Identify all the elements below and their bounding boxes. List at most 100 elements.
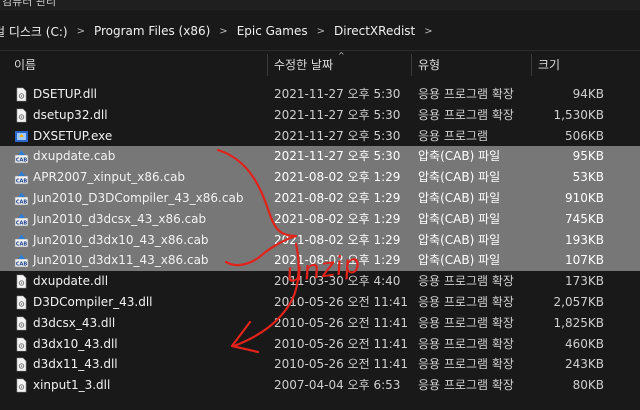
file-type: 압축(CAB) 파일 [418, 253, 501, 268]
file-type: 압축(CAB) 파일 [418, 190, 501, 205]
file-type: 압축(CAB) 파일 [418, 149, 501, 164]
file-name: Jun2010_d3dcsx_43_x86.cab [33, 211, 207, 226]
dll-icon [14, 378, 29, 393]
dll-icon [14, 337, 29, 352]
cab-icon: CAB [14, 170, 29, 185]
dll-icon [14, 357, 29, 372]
file-size: 1,825KB [553, 315, 604, 330]
cab-icon: CAB [14, 149, 29, 164]
file-type: 응용 프로그램 [418, 128, 489, 143]
dll-icon [14, 274, 29, 289]
file-name: Jun2010_d3dx10_43_x86.cab [33, 232, 209, 247]
column-type-header[interactable]: 유형 [418, 54, 440, 76]
sort-up-icon: ^ [338, 51, 345, 60]
file-date: 2010-05-26 오전 11:41 [274, 357, 409, 372]
address-bar[interactable]: 컬 디스크 (C:) > Program Files (x86) > Epic … [0, 12, 640, 51]
file-size: 94KB [572, 87, 604, 101]
file-name: APR2007_xinput_x86.cab [33, 170, 186, 185]
chevron-right-icon[interactable]: > [424, 26, 432, 37]
file-type: 응용 프로그램 확장 [418, 294, 514, 309]
column-name-header[interactable]: 이름 [14, 54, 36, 76]
file-type: 압축(CAB) 파일 [418, 211, 501, 226]
chevron-right-icon[interactable]: > [77, 26, 85, 37]
svg-text:CAB: CAB [16, 158, 28, 164]
file-size: 193KB [564, 232, 604, 247]
file-name: xinput1_3.dll [33, 378, 111, 393]
file-type: 압축(CAB) 파일 [418, 232, 501, 247]
file-size: 1,530KB [553, 107, 604, 122]
window-title-strip: 컴퓨터 관리 [0, 0, 640, 10]
file-type: 응용 프로그램 확장 [418, 315, 514, 330]
dll-icon [14, 295, 29, 310]
file-row[interactable]: DXSETUP.exe 2021-11-27 오후 5:30 응용 프로그램 506K… [0, 126, 640, 147]
file-name: d3dcsx_43.dll [33, 315, 116, 330]
file-date: 2021-11-27 오후 5:30 [274, 128, 401, 143]
file-date: 2010-05-26 오전 11:41 [274, 315, 409, 330]
exe-icon [14, 129, 29, 144]
file-row[interactable]: CAB Jun2010_D3DCompiler_43_x86.cab 2021-08… [0, 187, 640, 209]
file-type: 응용 프로그램 확장 [418, 336, 514, 351]
file-name: Jun2010_D3DCompiler_43_x86.cab [33, 190, 244, 205]
dll-icon [14, 108, 29, 123]
chevron-right-icon[interactable]: > [317, 26, 325, 37]
file-size: 173KB [564, 274, 604, 289]
file-name: dxupdate.cab [33, 149, 116, 164]
file-date: 2021-08-02 오후 1:29 [274, 232, 401, 247]
cab-icon: CAB [14, 233, 29, 248]
svg-text:CAB: CAB [16, 220, 28, 226]
window-title: 컴퓨터 관리 [2, 0, 57, 8]
file-date: 2021-08-02 오후 1:29 [274, 170, 401, 185]
svg-text:CAB: CAB [16, 179, 28, 185]
file-name: d3dx10_43.dll [33, 336, 118, 351]
file-name: Jun2010_d3dx11_43_x86.cab [33, 253, 209, 268]
column-size-header[interactable]: 크기 [538, 54, 560, 76]
file-row[interactable]: xinput1_3.dll 2007-04-04 오후 6:53 응용 프로그램 확… [0, 375, 640, 396]
file-type: 응용 프로그램 확장 [418, 274, 514, 289]
breadcrumb-epic-games[interactable]: Epic Games [237, 24, 308, 38]
file-row[interactable]: CAB dxupdate.cab 2021-11-27 오후 5:30 압축(CAB)… [0, 146, 640, 168]
file-name: d3dx11_43.dll [33, 357, 118, 372]
file-type: 응용 프로그램 확장 [418, 87, 514, 101]
file-size: 95KB [572, 149, 604, 164]
svg-text:CAB: CAB [16, 200, 28, 206]
file-row[interactable]: d3dx10_43.dll 2010-05-26 오전 11:41 응용 프로그램 … [0, 334, 640, 355]
file-date: 2007-04-04 오후 6:53 [274, 378, 401, 393]
column-divider[interactable] [531, 54, 532, 76]
file-row[interactable]: DSETUP.dll 2021-11-27 오후 5:30 응용 프로그램 확장 94… [0, 84, 640, 105]
file-type: 응용 프로그램 확장 [418, 357, 514, 372]
file-type: 압축(CAB) 파일 [418, 170, 501, 185]
file-row[interactable]: CAB Jun2010_d3dcsx_43_x86.cab 2021-08-02 오… [0, 208, 640, 230]
column-divider[interactable] [411, 54, 412, 76]
dll-icon [14, 87, 29, 102]
file-list: DSETUP.dll 2021-11-27 오후 5:30 응용 프로그램 확장 94… [0, 84, 640, 396]
svg-text:CAB: CAB [16, 262, 28, 268]
file-type: 응용 프로그램 확장 [418, 378, 514, 393]
file-row[interactable]: dsetup32.dll 2021-11-27 오후 5:30 응용 프로그램 확장… [0, 105, 640, 126]
file-size: 80KB [572, 378, 604, 393]
breadcrumb-program-files[interactable]: Program Files (x86) [94, 24, 210, 38]
file-size: 460KB [564, 336, 604, 351]
cab-icon: CAB [14, 253, 29, 268]
file-size: 243KB [564, 357, 604, 372]
file-size: 910KB [564, 190, 604, 205]
file-date: 2021-11-27 오후 5:30 [274, 149, 401, 164]
file-date: 2010-05-26 오전 11:41 [274, 336, 409, 351]
file-size: 2,057KB [553, 294, 604, 309]
file-row[interactable]: CAB APR2007_xinput_x86.cab 2021-08-02 오후 1… [0, 167, 640, 188]
dll-icon [14, 316, 29, 331]
column-date-header[interactable]: 수정한 날짜 [274, 54, 333, 76]
file-date: 2021-11-27 오후 5:30 [274, 87, 401, 101]
column-divider[interactable] [267, 54, 268, 76]
file-date: 2021-08-02 오후 1:29 [274, 190, 401, 205]
file-row[interactable]: d3dx11_43.dll 2010-05-26 오전 11:41 응용 프로그램 … [0, 354, 640, 375]
chevron-right-icon[interactable]: > [219, 26, 227, 37]
cab-icon: CAB [14, 212, 29, 227]
breadcrumb-local-disk[interactable]: 컬 디스크 (C:) [0, 23, 68, 40]
svg-text:CAB: CAB [16, 241, 28, 247]
file-row[interactable]: D3DCompiler_43.dll 2010-05-26 오전 11:41 응용 … [0, 292, 640, 313]
file-row[interactable]: CAB Jun2010_d3dx10_43_x86.cab 2021-08-02 오… [0, 229, 640, 251]
file-name: DXSETUP.exe [33, 128, 113, 143]
file-row[interactable]: d3dcsx_43.dll 2010-05-26 오전 11:41 응용 프로그램 … [0, 313, 640, 334]
breadcrumb-directxredist[interactable]: DirectXRedist [334, 24, 415, 38]
file-size: 107KB [564, 253, 604, 268]
